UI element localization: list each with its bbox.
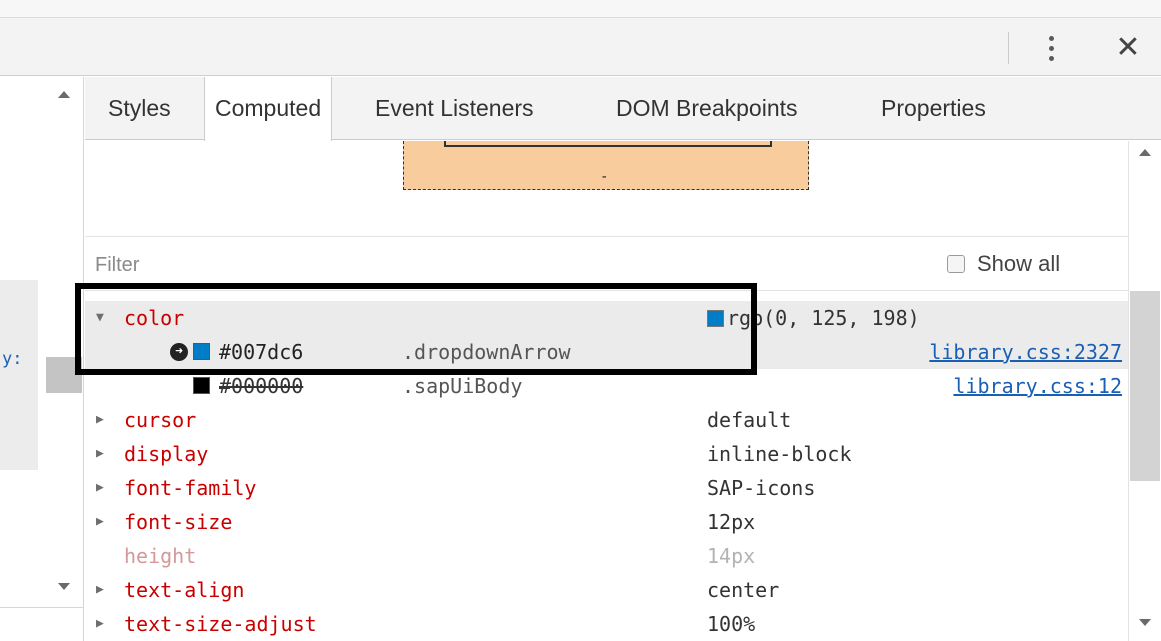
- left-scrollbar[interactable]: [46, 77, 82, 607]
- box-model-padding-value: -: [600, 169, 609, 185]
- computed-property-font-family[interactable]: ▶ font-family SAP-icons: [85, 471, 1128, 505]
- property-trace-row[interactable]: ➜ #007dc6 .dropdownArrow library.css:232…: [85, 335, 1128, 369]
- property-name: display: [124, 442, 209, 466]
- property-name: cursor: [124, 408, 197, 432]
- trace-selector: .sapUiBody: [402, 374, 523, 398]
- computed-property-height[interactable]: height 14px: [85, 539, 1128, 573]
- expand-triangle-right-icon[interactable]: ▶: [96, 573, 104, 607]
- tab-dom-breakpoints[interactable]: DOM Breakpoints: [606, 77, 808, 140]
- navigate-to-rule-icon[interactable]: ➜: [170, 343, 188, 361]
- box-model-diagram: -: [85, 141, 1128, 235]
- property-value: default: [707, 408, 792, 432]
- trace-source-link[interactable]: library.css:2327: [929, 335, 1122, 369]
- color-swatch[interactable]: [193, 377, 210, 394]
- left-pane-text-fragment: y:: [2, 349, 23, 369]
- kebab-dot: [1048, 55, 1054, 61]
- box-model-padding: -: [403, 141, 809, 190]
- computed-property-text-align[interactable]: ▶ text-align center: [85, 573, 1128, 607]
- tab-properties[interactable]: Properties: [871, 77, 996, 140]
- scroll-down-arrow-icon[interactable]: [1139, 619, 1151, 626]
- expand-triangle-right-icon[interactable]: ▶: [96, 471, 104, 505]
- toolbar-divider: [1008, 32, 1009, 64]
- property-value: SAP-icons: [707, 476, 816, 500]
- trace-color-value: #007dc6: [219, 340, 304, 364]
- elements-panel-fragment: y:: [0, 77, 84, 641]
- scroll-down-arrow-icon[interactable]: [58, 583, 70, 590]
- property-name: text-size-adjust: [124, 612, 317, 636]
- show-all-toggle[interactable]: Show all: [947, 251, 1060, 277]
- sidebar-tabs: Styles Computed Event Listeners DOM Brea…: [85, 77, 1161, 141]
- trace-selector: .dropdownArrow: [402, 340, 571, 364]
- property-value-text: rgb(0, 125, 198): [727, 306, 920, 330]
- tab-event-listeners[interactable]: Event Listeners: [365, 77, 544, 140]
- property-name: text-align: [124, 578, 245, 602]
- more-vertical-icon[interactable]: [1040, 28, 1062, 68]
- show-all-label: Show all: [977, 251, 1061, 276]
- color-swatch[interactable]: [193, 343, 210, 360]
- scroll-up-arrow-icon[interactable]: [58, 91, 70, 98]
- kebab-dot: [1048, 35, 1054, 41]
- right-scrollbar-thumb[interactable]: [1130, 291, 1160, 481]
- property-value: 14px: [707, 544, 756, 568]
- close-icon[interactable]: ✕: [1108, 26, 1148, 70]
- property-name: font-family: [124, 476, 257, 500]
- property-value: center: [707, 578, 780, 602]
- expand-triangle-down-icon[interactable]: ▼: [96, 301, 104, 335]
- computed-property-display[interactable]: ▶ display inline-block: [85, 437, 1128, 471]
- filter-input[interactable]: [95, 247, 595, 283]
- window-top-strip: [0, 0, 1161, 18]
- property-value: inline-block: [707, 442, 852, 466]
- filter-bar: Show all: [85, 236, 1128, 291]
- expand-triangle-right-icon[interactable]: ▶: [96, 403, 104, 437]
- tab-computed[interactable]: Computed: [204, 77, 333, 141]
- right-scrollbar[interactable]: [1128, 141, 1161, 641]
- tab-styles[interactable]: Styles: [98, 77, 181, 140]
- property-name: color: [124, 306, 185, 330]
- computed-property-text-size-adjust[interactable]: ▶ text-size-adjust 100%: [85, 607, 1128, 641]
- show-all-checkbox[interactable]: [947, 255, 965, 273]
- property-value: 12px: [707, 510, 756, 534]
- devtools-toolbar: ✕: [0, 18, 1161, 76]
- color-swatch[interactable]: [707, 310, 724, 327]
- kebab-dot: [1048, 45, 1054, 51]
- property-value: rgb(0, 125, 198): [707, 301, 920, 335]
- box-model-content: [444, 141, 772, 147]
- computed-properties-list: ▼ color rgb(0, 125, 198) ➜ #007dc6 .drop…: [85, 297, 1128, 641]
- property-name: height: [124, 544, 197, 568]
- property-name: font-size: [124, 510, 233, 534]
- computed-property-font-size[interactable]: ▶ font-size 12px: [85, 505, 1128, 539]
- trace-color-value: #000000: [219, 374, 304, 398]
- computed-property-cursor[interactable]: ▶ cursor default: [85, 403, 1128, 437]
- computed-property-color[interactable]: ▼ color rgb(0, 125, 198): [85, 301, 1128, 335]
- expand-triangle-right-icon[interactable]: ▶: [96, 607, 104, 641]
- expand-triangle-right-icon[interactable]: ▶: [96, 505, 104, 539]
- selected-node-highlight: [0, 280, 38, 470]
- property-trace-row[interactable]: #000000 .sapUiBody library.css:12: [85, 369, 1128, 403]
- left-scrollbar-thumb[interactable]: [46, 357, 82, 393]
- expand-triangle-right-icon[interactable]: ▶: [96, 437, 104, 471]
- divider: [0, 607, 84, 608]
- scroll-up-arrow-icon[interactable]: [1139, 149, 1151, 156]
- property-value: 100%: [707, 612, 756, 636]
- trace-source-link[interactable]: library.css:12: [953, 369, 1122, 403]
